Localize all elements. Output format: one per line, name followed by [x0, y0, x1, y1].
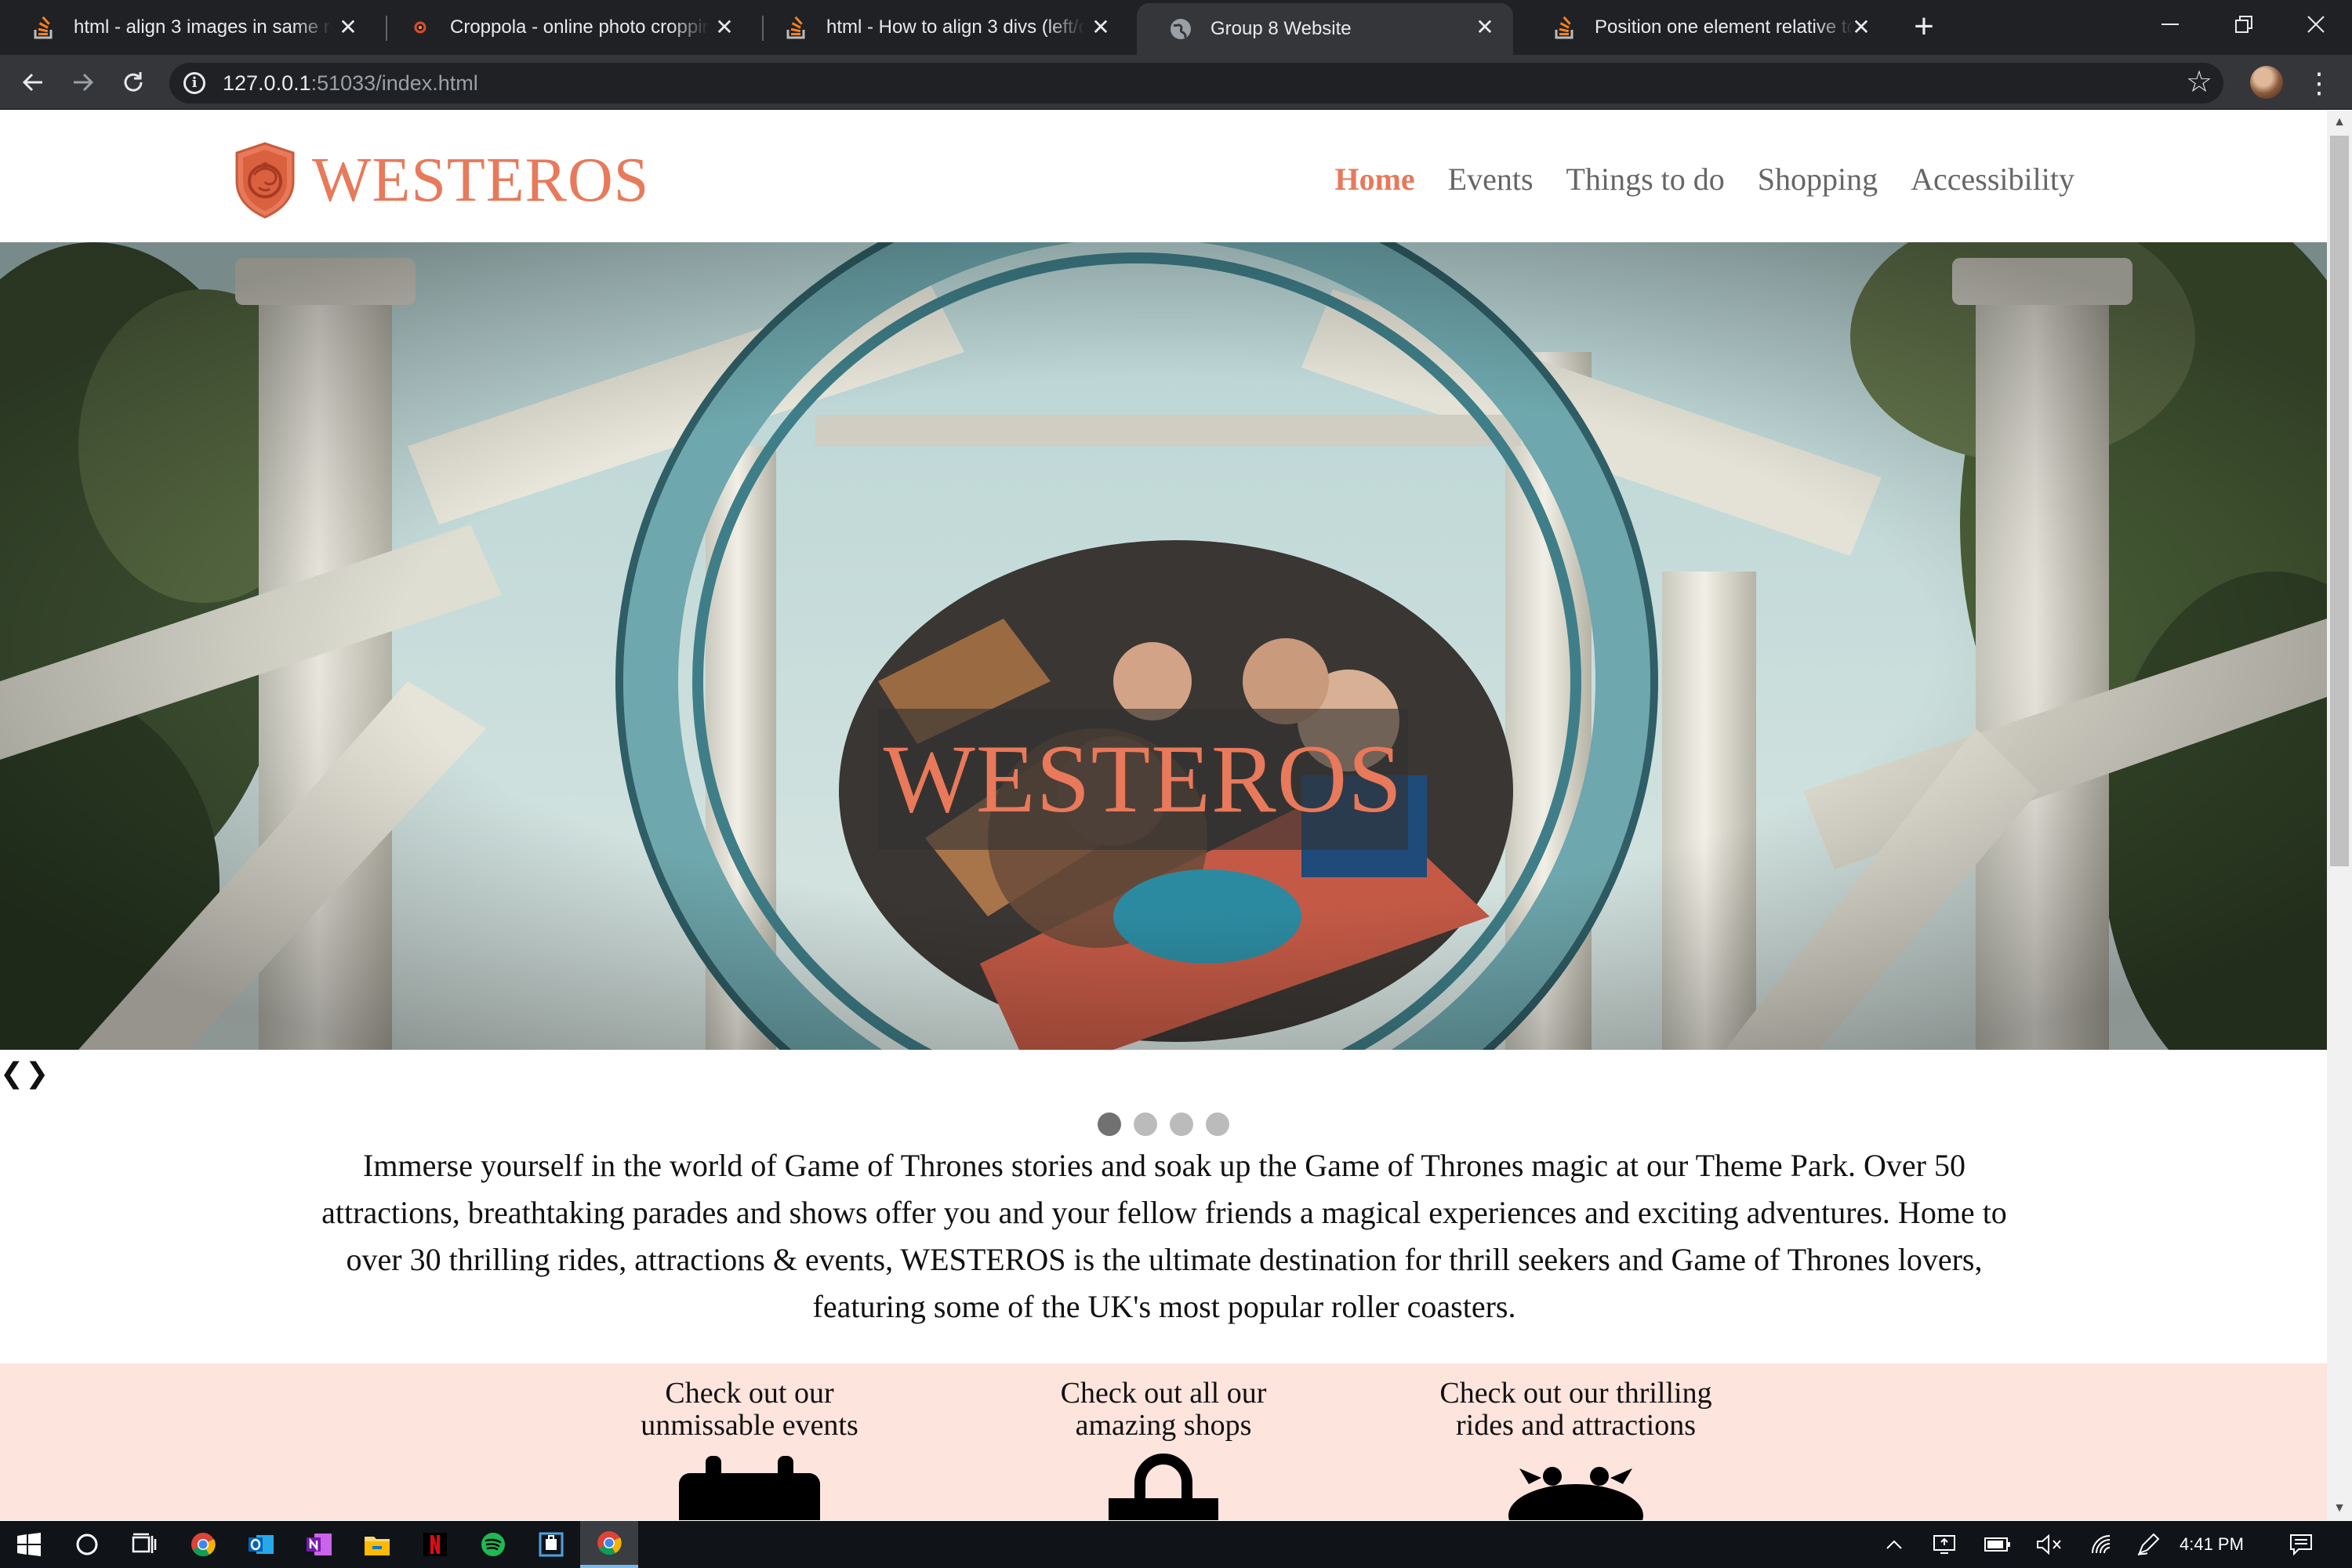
spotify-icon[interactable] — [464, 1521, 522, 1568]
nav-home[interactable]: Home — [1334, 161, 1414, 198]
close-tab-icon[interactable]: ✕ — [1088, 15, 1113, 40]
bookmark-star-icon[interactable]: ☆ — [2186, 64, 2212, 101]
tab-2[interactable]: Croppola - online photo cropping ✕ — [376, 0, 753, 55]
task-view-icon[interactable] — [116, 1521, 174, 1568]
slide-dot-1[interactable] — [1098, 1112, 1121, 1136]
hero-caption-text: WESTEROS — [883, 725, 1403, 833]
tray-overflow-icon[interactable] — [1878, 1521, 1910, 1568]
back-icon[interactable] — [14, 64, 52, 101]
stackoverflow-icon — [1552, 15, 1577, 40]
wifi-icon[interactable] — [2082, 1521, 2120, 1568]
slider-arrows[interactable]: ❮❯ — [0, 1058, 50, 1090]
cortana-icon[interactable] — [58, 1521, 116, 1568]
taskbar-clock[interactable]: 4:41 PM — [2180, 1521, 2244, 1568]
url-text[interactable]: 127.0.0.1:51033/index.html — [223, 71, 478, 96]
tab-5[interactable]: Position one element relative to another… — [1521, 0, 1889, 55]
feature-events[interactable]: Check out our unmissable events — [601, 1377, 898, 1520]
tab-title: Croppola - online photo cropping — [450, 16, 709, 38]
close-tab-icon[interactable]: ✕ — [336, 15, 361, 40]
forward-icon[interactable] — [64, 64, 102, 101]
site-header: WESTEROS Home Events Things to do Shoppi… — [0, 111, 2327, 242]
tab-title: html - align 3 images in same row — [74, 16, 332, 38]
globe-icon — [1168, 16, 1193, 42]
feature-line-2: unmissable events — [641, 1409, 858, 1442]
new-tab-button[interactable]: + — [1905, 9, 1943, 47]
feature-line-2: rides and attractions — [1455, 1409, 1696, 1442]
logo-text: WESTEROS — [312, 145, 650, 215]
features-section: Check out our unmissable events Check ou… — [0, 1363, 2327, 1520]
nav-accessibility[interactable]: Accessibility — [1911, 161, 2074, 198]
windows-taskbar: 4:41 PM — [0, 1521, 2352, 1568]
main-nav: Home Events Things to do Shopping Access… — [1334, 161, 2074, 198]
close-window-icon[interactable] — [2280, 0, 2352, 49]
notifications-icon[interactable] — [2281, 1521, 2321, 1568]
stackoverflow-icon — [784, 15, 809, 40]
tab-strip: html - align 3 images in same row ✕ Crop… — [0, 0, 2352, 55]
hero-caption: WESTEROS — [878, 709, 1408, 850]
stackoverflow-icon — [31, 15, 56, 40]
address-bar[interactable]: i 127.0.0.1:51033/index.html — [169, 63, 2223, 103]
close-tab-icon[interactable]: ✕ — [712, 15, 737, 40]
feature-line-1: Check out our thrilling — [1439, 1377, 1712, 1410]
chrome-icon[interactable] — [174, 1521, 232, 1568]
ride-icon — [1508, 1467, 1643, 1520]
feature-line-2: amazing shops — [1075, 1409, 1252, 1442]
onenote-icon[interactable] — [290, 1521, 348, 1568]
scroll-up-icon[interactable]: ▲ — [2327, 111, 2352, 134]
screen-project-icon[interactable] — [1926, 1521, 1963, 1568]
nav-shopping[interactable]: Shopping — [1758, 161, 1878, 198]
calendar-icon — [679, 1456, 820, 1520]
minimize-icon[interactable] — [2134, 0, 2206, 49]
feature-line-1: Check out our — [665, 1377, 834, 1410]
scroll-down-icon[interactable]: ▼ — [2327, 1497, 2352, 1520]
chrome-icon[interactable] — [580, 1521, 638, 1568]
tab-title: Group 8 Website — [1210, 18, 1352, 39]
restore-icon[interactable] — [2208, 0, 2280, 49]
feature-line-1: Check out all our — [1060, 1377, 1267, 1410]
close-tab-icon[interactable]: ✕ — [1472, 15, 1497, 40]
tab-1[interactable]: html - align 3 images in same row ✕ — [0, 0, 376, 55]
tab-title: Position one element relative to another — [1595, 16, 1853, 38]
file-explorer-icon[interactable] — [348, 1521, 406, 1568]
start-icon[interactable] — [0, 1521, 58, 1568]
hero-slideshow: WESTEROS — [0, 242, 2327, 1050]
browser-menu-icon[interactable]: ⋮ — [2305, 64, 2333, 102]
intro-paragraph: Immerse yourself in the world of Game of… — [321, 1148, 2007, 1324]
tab-4-active[interactable]: Group 8 Website ✕ — [1137, 3, 1513, 55]
feature-rides[interactable]: Check out our thrilling rides and attrac… — [1427, 1377, 1725, 1520]
site-logo[interactable]: WESTEROS — [234, 142, 649, 219]
slide-dot-2[interactable] — [1134, 1112, 1157, 1136]
reload-icon[interactable] — [114, 64, 152, 101]
slide-dot-4[interactable] — [1206, 1112, 1229, 1136]
page-scrollbar[interactable]: ▲ ▼ — [2327, 111, 2352, 1520]
netflix-icon[interactable] — [406, 1521, 464, 1568]
profile-avatar[interactable] — [2250, 66, 2283, 99]
pen-icon[interactable] — [2129, 1521, 2167, 1568]
tab-3[interactable]: html - How to align 3 divs (left/center/… — [753, 0, 1129, 55]
outlook-icon[interactable] — [232, 1521, 290, 1568]
site-info-icon[interactable]: i — [183, 72, 205, 94]
feature-shops[interactable]: Check out all our amazing shops — [1014, 1377, 1312, 1520]
slide-dot-3[interactable] — [1170, 1112, 1193, 1136]
volume-muted-icon[interactable] — [2031, 1521, 2068, 1568]
slide-indicators — [1098, 1112, 1229, 1136]
shopping-bag-icon — [1109, 1454, 1218, 1520]
hero-roller-coaster-image — [0, 242, 2327, 1050]
battery-icon[interactable] — [1979, 1521, 2016, 1568]
tab-title: html - How to align 3 divs (left/center/… — [826, 16, 1085, 38]
store-icon[interactable] — [522, 1521, 580, 1568]
nav-things-to-do[interactable]: Things to do — [1566, 161, 1725, 198]
browser-toolbar: i 127.0.0.1:51033/index.html ☆ ⋮ — [0, 55, 2352, 110]
scrollbar-thumb[interactable] — [2330, 136, 2349, 866]
screen: html - align 3 images in same row ✕ Crop… — [0, 0, 2352, 1568]
close-tab-icon[interactable]: ✕ — [1849, 15, 1874, 40]
shield-logo-icon — [235, 142, 295, 219]
page-viewport: WESTEROS Home Events Things to do Shoppi… — [0, 111, 2327, 1520]
nav-events[interactable]: Events — [1448, 161, 1534, 198]
croppola-icon — [408, 15, 433, 40]
